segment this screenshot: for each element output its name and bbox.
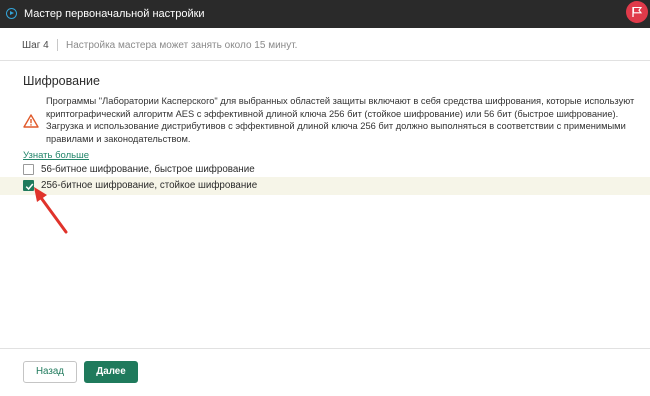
option-label: 56-битное шифрование, быстрое шифрование bbox=[41, 164, 255, 175]
play-circle-icon bbox=[6, 8, 17, 19]
option-label: 256-битное шифрование, стойкое шифровани… bbox=[41, 180, 258, 191]
learn-more-link[interactable]: Узнать больше bbox=[23, 150, 89, 161]
option-256-bit[interactable]: 256-битное шифрование, стойкое шифровани… bbox=[0, 177, 650, 195]
flag-icon bbox=[632, 6, 643, 17]
back-button[interactable]: Назад bbox=[23, 361, 77, 383]
title-bar: Мастер первоначальной настройки bbox=[0, 0, 650, 28]
warning-triangle-icon bbox=[23, 114, 39, 128]
step-bar: Шаг 4 Настройка мастера может занять око… bbox=[0, 28, 650, 61]
window-title: Мастер первоначальной настройки bbox=[24, 8, 205, 20]
next-button[interactable]: Далее bbox=[84, 361, 138, 383]
checkbox-56-bit[interactable] bbox=[23, 164, 34, 175]
annotation-arrow-icon bbox=[34, 187, 68, 234]
encryption-notice: Программы "Лаборатории Касперского" для … bbox=[46, 96, 635, 144]
step-note: Настройка мастера может занять около 15 … bbox=[66, 40, 298, 51]
flag-button[interactable] bbox=[626, 1, 648, 23]
section-title: Шифрование bbox=[23, 74, 100, 88]
footer-divider bbox=[0, 348, 650, 349]
step-label: Шаг 4 bbox=[22, 40, 49, 51]
divider bbox=[57, 39, 58, 51]
